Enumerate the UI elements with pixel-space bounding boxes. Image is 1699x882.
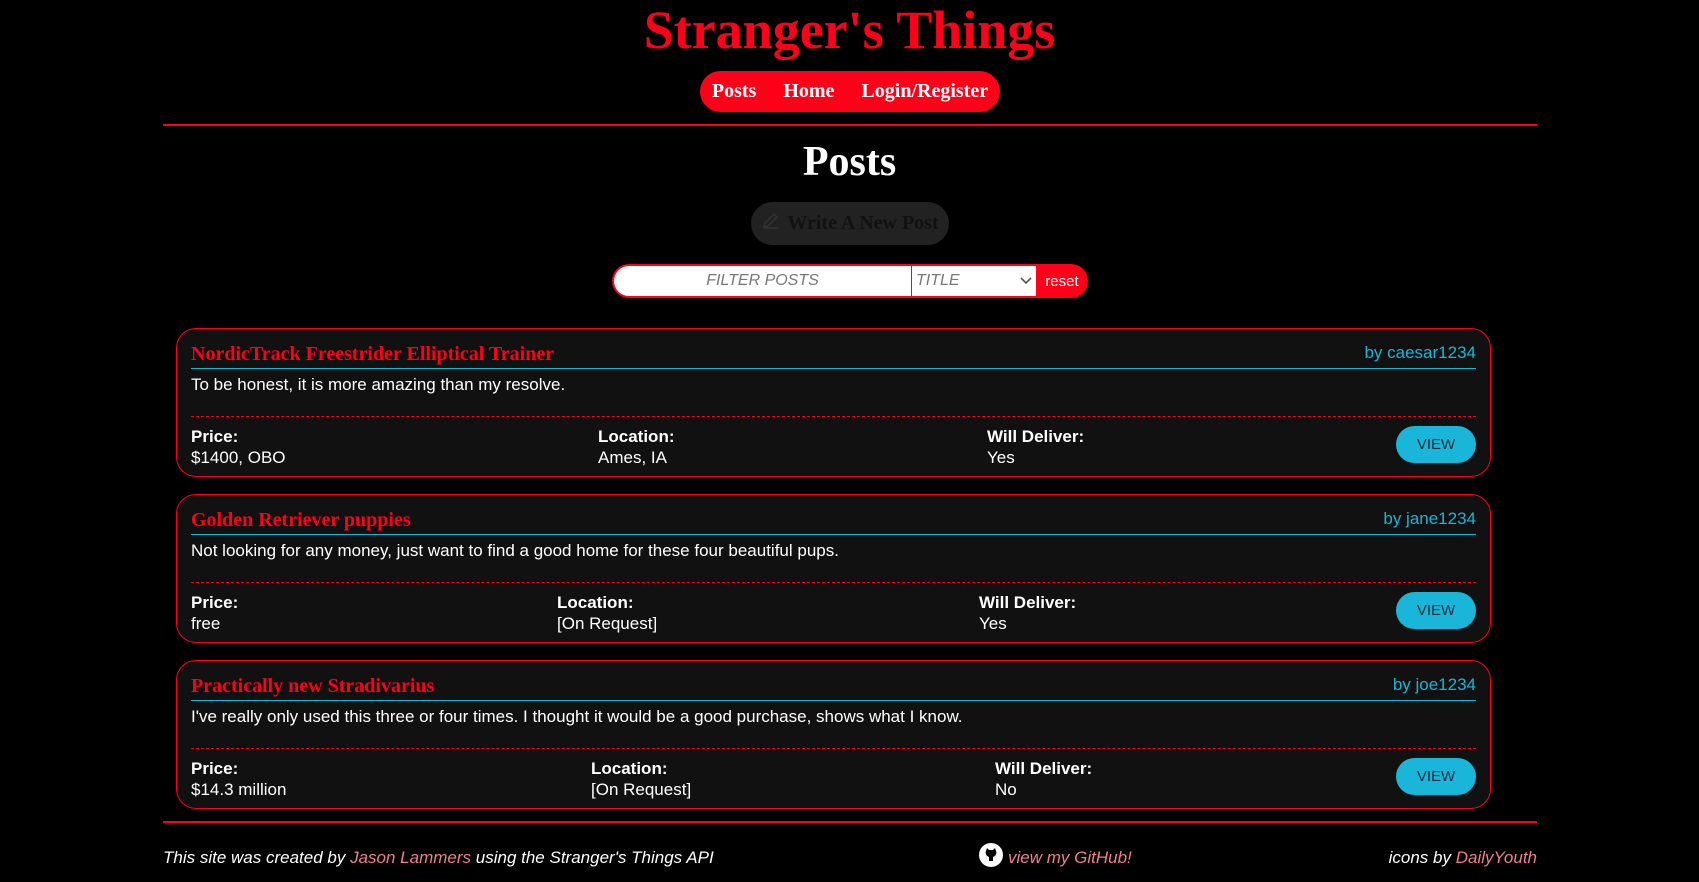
footer-icons-credit: icons by DailyYouth [1389,848,1537,868]
post-author: by caesar1234 [1364,343,1476,362]
post-will-deliver: Will Deliver: Yes [979,592,1076,634]
filter-field-value: TITLE [916,272,960,289]
location-label: Location: [598,427,675,446]
post-title[interactable]: NordicTrack Freestrider Elliptical Train… [191,343,554,366]
will-deliver-value: No [995,780,1017,799]
will-deliver-value: Yes [979,614,1007,633]
will-deliver-label: Will Deliver: [987,427,1085,446]
location-label: Location: [591,759,668,778]
price-value: free [191,614,221,633]
view-post-button[interactable]: VIEW [1396,758,1476,795]
price-value: $14.3 million [191,780,287,799]
post-price: Price: $1400, OBO [191,426,286,468]
write-new-post-label: Write A New Post [787,212,939,234]
credit-suffix: using the Stranger's Things API [475,848,714,867]
view-post-button[interactable]: VIEW [1396,592,1476,629]
post-author: by jane1234 [1383,509,1476,528]
post-description: I've really only used this three or four… [191,707,963,726]
price-value: $1400, OBO [191,448,286,467]
icons-credit-prefix: icons by [1388,848,1451,867]
header-divider [163,124,1537,126]
post-header: Golden Retriever puppies by jane1234 [191,509,1476,535]
post-location: Location: [On Request] [591,758,691,800]
pencil-icon [763,212,779,229]
icons-author-link[interactable]: DailyYouth [1456,848,1537,867]
site-title: Stranger's Things [643,0,1056,60]
post-location: Location: [On Request] [557,592,657,634]
author-link[interactable]: Jason Lammers [350,848,471,867]
post-description: Not looking for any money, just want to … [191,541,839,560]
post-header: NordicTrack Freestrider Elliptical Train… [191,343,1476,369]
will-deliver-value: Yes [987,448,1015,467]
github-icon[interactable] [978,842,1004,868]
post-divider [191,416,1476,417]
footer-divider [163,821,1537,823]
location-value: [On Request] [557,614,658,633]
price-label: Price: [191,593,239,612]
footer-credit: This site was created by Jason Lammers u… [163,848,714,868]
post-card: Practically new Stradivarius by joe1234 … [176,660,1491,809]
chevron-down-icon [1020,277,1032,285]
post-description: To be honest, it is more amazing than my… [191,375,566,394]
post-title[interactable]: Golden Retriever puppies [191,509,411,532]
filter-field-select[interactable]: TITLE [912,264,1036,298]
post-price: Price: free [191,592,238,634]
will-deliver-label: Will Deliver: [995,759,1093,778]
nav-posts[interactable]: Posts [712,80,756,103]
post-title[interactable]: Practically new Stradivarius [191,675,434,698]
page-title: Posts [802,139,897,185]
post-header: Practically new Stradivarius by joe1234 [191,675,1476,701]
location-value: [On Request] [591,780,692,799]
page: Stranger's Things Posts Home Login/Regis… [0,0,1699,882]
nav-home[interactable]: Home [783,80,834,103]
github-link[interactable]: view my GitHub! [1008,848,1132,868]
reset-button[interactable]: reset [1036,264,1088,298]
price-label: Price: [191,759,239,778]
location-value: Ames, IA [598,448,667,467]
main-nav: Posts Home Login/Register [700,71,1000,112]
will-deliver-label: Will Deliver: [979,593,1077,612]
filter-posts-input[interactable] [612,264,912,298]
post-price: Price: $14.3 million [191,758,286,800]
price-label: Price: [191,427,239,446]
post-will-deliver: Will Deliver: No [995,758,1092,800]
post-divider [191,582,1476,583]
post-location: Location: Ames, IA [598,426,675,468]
post-card: NordicTrack Freestrider Elliptical Train… [176,328,1491,477]
location-label: Location: [557,593,634,612]
write-new-post-button[interactable]: Write A New Post [751,202,949,245]
post-author: by joe1234 [1392,675,1476,694]
nav-login-register[interactable]: Login/Register [861,80,988,103]
credit-prefix: This site was created by [163,848,346,867]
view-post-button[interactable]: VIEW [1396,426,1476,463]
github-link-group: view my GitHub! [978,842,1132,868]
post-divider [191,748,1476,749]
post-will-deliver: Will Deliver: Yes [987,426,1084,468]
filter-bar: TITLE reset [612,264,1088,298]
post-card: Golden Retriever puppies by jane1234 Not… [176,494,1491,643]
